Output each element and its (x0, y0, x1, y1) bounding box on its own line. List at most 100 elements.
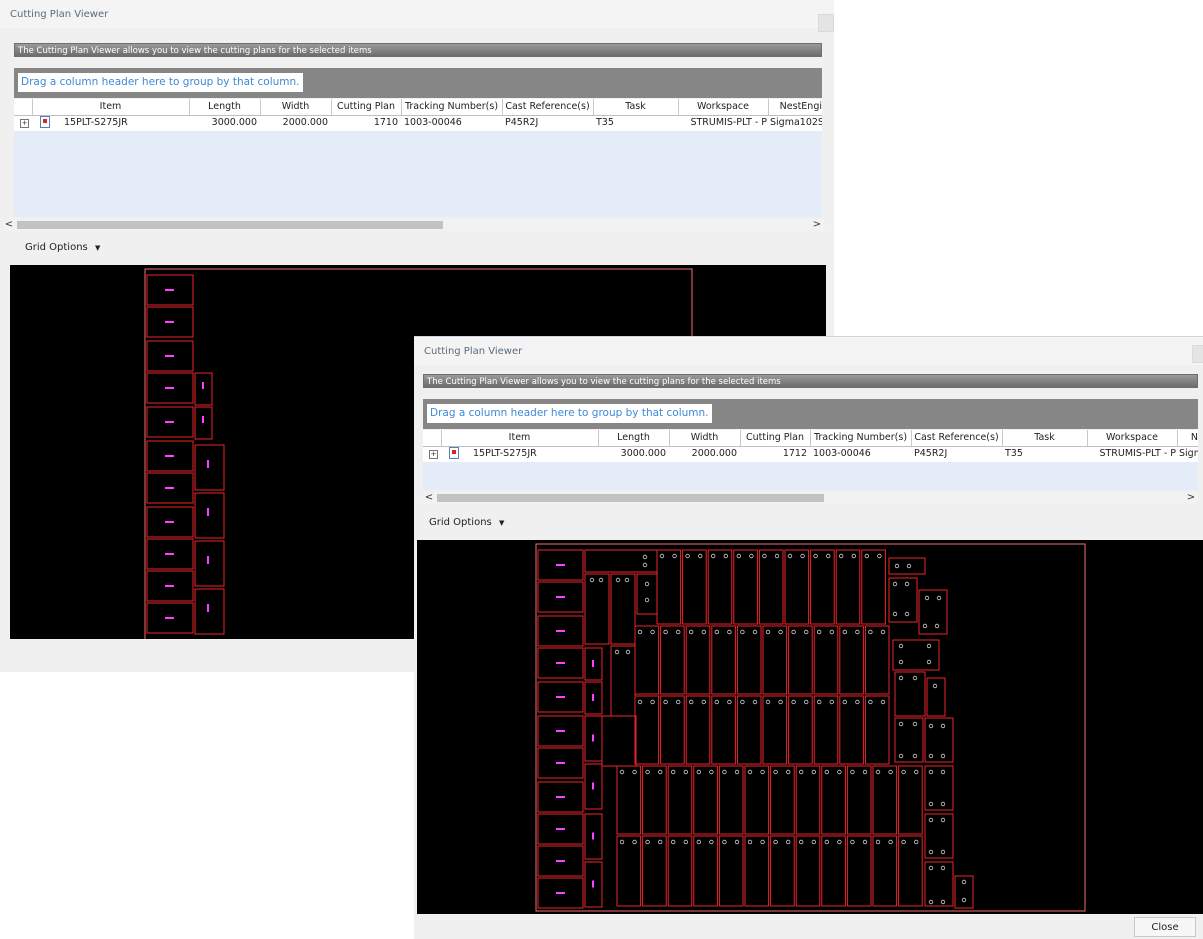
column-header-item[interactable]: Item (441, 430, 599, 446)
column-header-cutting-plan[interactable]: Cutting Plan (740, 430, 811, 446)
bolt-hole (740, 699, 745, 705)
column-header-item[interactable]: Item (32, 99, 190, 115)
column-header-length[interactable]: Length (189, 99, 261, 115)
bolt-hole (765, 629, 771, 635)
bolt-hole (880, 699, 886, 705)
nested-part (872, 835, 898, 907)
cell-task: T35 (596, 117, 614, 128)
bolt-hole (625, 649, 631, 655)
horizontal-scrollbar[interactable]: < > (3, 219, 825, 231)
bolt-hole (811, 839, 816, 845)
table-row[interactable]: + 15PLT-S275JR 3000.000 2000.000 1712 10… (423, 447, 1198, 461)
grid-options-button[interactable]: Grid Options ▼ (20, 238, 105, 258)
nested-part (864, 625, 890, 695)
nested-part (762, 625, 788, 695)
cell-nest-engine: Sigma102SP (770, 117, 822, 128)
expand-icon[interactable]: + (429, 450, 438, 459)
bolt-hole (727, 699, 732, 705)
horizontal-scrollbar[interactable]: < > (423, 492, 1198, 504)
bolt-hole (875, 769, 881, 775)
column-header-length[interactable]: Length (598, 430, 670, 446)
expand-icon[interactable]: + (20, 119, 29, 128)
bolt-hole (747, 769, 753, 775)
triangle-down-icon: ▼ (498, 519, 505, 527)
part-label (207, 508, 209, 516)
bolt-hole (888, 769, 893, 775)
bolt-hole (619, 769, 625, 775)
nested-part (821, 835, 846, 907)
bolt-hole (632, 769, 637, 775)
column-header-tracking-numbers[interactable]: Tracking Number(s) (401, 99, 503, 115)
scroll-thumb[interactable] (17, 221, 443, 229)
bolt-hole (701, 629, 706, 635)
scroll-thumb[interactable] (437, 494, 824, 502)
part-label (556, 730, 565, 732)
nested-part (656, 549, 682, 625)
nested-part (660, 625, 685, 695)
nested-part (642, 765, 667, 835)
group-by-panel[interactable]: Drag a column header here to group by th… (14, 68, 822, 98)
scroll-right-icon[interactable]: > (811, 219, 823, 231)
window-control-button[interactable] (1192, 345, 1203, 363)
bolt-hole (791, 699, 796, 705)
nested-part (733, 549, 758, 625)
column-header-workspace[interactable]: Workspace (1087, 430, 1178, 446)
column-header-tracking-numbers[interactable]: Tracking Number(s) (810, 430, 912, 446)
window-title: Cutting Plan Viewer (424, 346, 523, 357)
column-header-nest-engine[interactable]: NestEngi (768, 99, 822, 115)
bolt-hole (701, 699, 706, 705)
column-header-cast-references[interactable]: Cast Reference(s) (911, 430, 1003, 446)
bolt-hole (709, 769, 714, 775)
column-header-task[interactable]: Task (1002, 430, 1088, 446)
part-label (165, 521, 174, 523)
bolt-hole (598, 577, 604, 583)
bolt-hole (914, 769, 919, 775)
bolt-hole (644, 581, 650, 587)
column-header-width[interactable]: Width (260, 99, 332, 115)
nested-part (693, 765, 718, 835)
bolt-hole (824, 769, 829, 775)
cell-cutting-plan: 1710 (373, 117, 398, 128)
scroll-right-icon[interactable]: > (1185, 492, 1197, 504)
table-row[interactable]: + 15PLT-S275JR 3000.000 2000.000 1710 10… (14, 116, 822, 130)
group-by-panel[interactable]: Drag a column header here to group by th… (423, 399, 1198, 429)
bolt-hole (940, 849, 946, 855)
column-header-cast-references[interactable]: Cast Reference(s) (502, 99, 594, 115)
scroll-left-icon[interactable]: < (3, 219, 15, 231)
grid-header: Item Length Width Cutting Plan Tracking … (14, 99, 822, 116)
scroll-left-icon[interactable]: < (423, 492, 435, 504)
nested-part (194, 540, 225, 587)
bolt-hole (709, 839, 714, 845)
nested-part (926, 677, 946, 717)
bolt-hole (663, 629, 668, 635)
nest-canvas-2[interactable] (417, 540, 1203, 914)
nested-part (795, 765, 821, 835)
column-header-workspace[interactable]: Workspace (678, 99, 769, 115)
nested-part (846, 765, 872, 835)
column-header-width[interactable]: Width (669, 430, 741, 446)
window-control-button[interactable] (818, 14, 834, 32)
bolt-hole (940, 801, 946, 807)
column-header-cutting-plan[interactable]: Cutting Plan (331, 99, 402, 115)
bolt-hole (826, 553, 831, 559)
nested-part (601, 715, 637, 767)
bolt-hole (892, 581, 898, 587)
cell-cast: P45R2J (914, 448, 948, 459)
grid-options-button[interactable]: Grid Options ▼ (424, 513, 509, 533)
column-header-task[interactable]: Task (593, 99, 679, 115)
nested-part (660, 695, 685, 765)
nested-part (610, 645, 636, 717)
nested-part (616, 835, 642, 907)
bolt-hole (928, 753, 934, 759)
bolt-hole (659, 553, 665, 559)
nested-part (758, 549, 784, 625)
bolt-hole (804, 699, 809, 705)
column-header-nest-engine[interactable]: N (1177, 430, 1198, 446)
nested-part (788, 695, 813, 765)
bolt-hole (850, 769, 855, 775)
bolt-hole (901, 839, 906, 845)
bolt-hole (940, 865, 946, 871)
bolt-hole (912, 753, 918, 759)
nested-part (711, 625, 736, 695)
close-button[interactable]: Close (1134, 917, 1196, 937)
